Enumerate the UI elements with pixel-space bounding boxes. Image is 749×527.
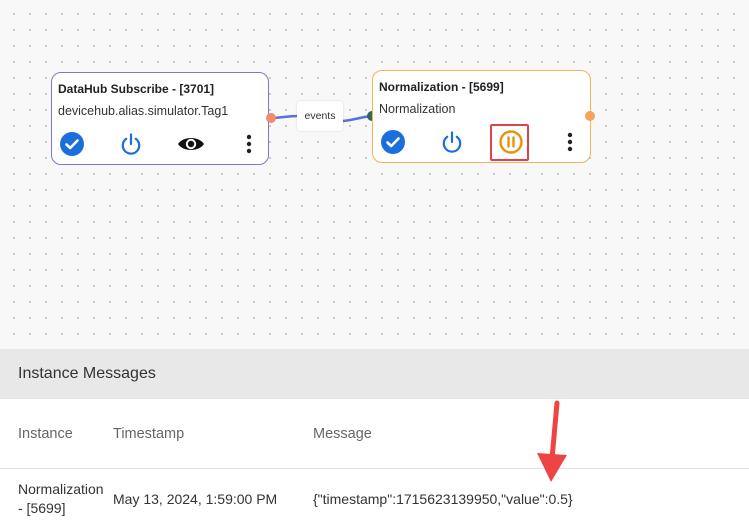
node-title: Normalization - [5699]: [379, 80, 504, 94]
node-normalization[interactable]: Normalization - [5699] Normalization: [372, 70, 591, 163]
column-header-message[interactable]: Message: [313, 426, 372, 442]
eye-icon[interactable]: [176, 131, 206, 157]
panel-title: Instance Messages: [0, 349, 749, 399]
table-header: Instance Timestamp Message: [0, 399, 749, 469]
node-datahub-subscribe[interactable]: DataHub Subscribe - [3701] devicehub.ali…: [51, 72, 269, 165]
cell-timestamp: May 13, 2024, 1:59:00 PM: [113, 491, 278, 507]
output-port[interactable]: [585, 111, 595, 121]
check-circle-icon[interactable]: [380, 129, 406, 155]
column-header-instance[interactable]: Instance: [18, 426, 73, 442]
column-header-timestamp[interactable]: Timestamp: [113, 426, 184, 442]
node-title: DataHub Subscribe - [3701]: [58, 82, 215, 96]
cell-message: {"timestamp":1715623139950,"value":0.5}: [313, 491, 573, 507]
edge-label[interactable]: events: [297, 101, 343, 131]
annotation-arrow-icon: [537, 400, 567, 482]
pause-button-highlight: [490, 124, 529, 161]
output-port[interactable]: [266, 113, 276, 123]
more-vert-icon[interactable]: [557, 129, 583, 155]
power-icon[interactable]: [439, 129, 465, 155]
power-icon[interactable]: [118, 131, 144, 157]
edge-connector: [270, 114, 373, 123]
check-circle-icon[interactable]: [59, 131, 85, 157]
node-subtitle: Normalization: [379, 102, 456, 116]
node-subtitle: devicehub.alias.simulator.Tag1: [58, 104, 229, 118]
flow-canvas[interactable]: DataHub Subscribe - [3701] devicehub.ali…: [0, 0, 749, 349]
table-row[interactable]: Normalization - [5699] May 13, 2024, 1:5…: [0, 470, 749, 527]
more-vert-icon[interactable]: [236, 131, 262, 157]
cell-instance: Normalization - [5699]: [18, 481, 104, 516]
